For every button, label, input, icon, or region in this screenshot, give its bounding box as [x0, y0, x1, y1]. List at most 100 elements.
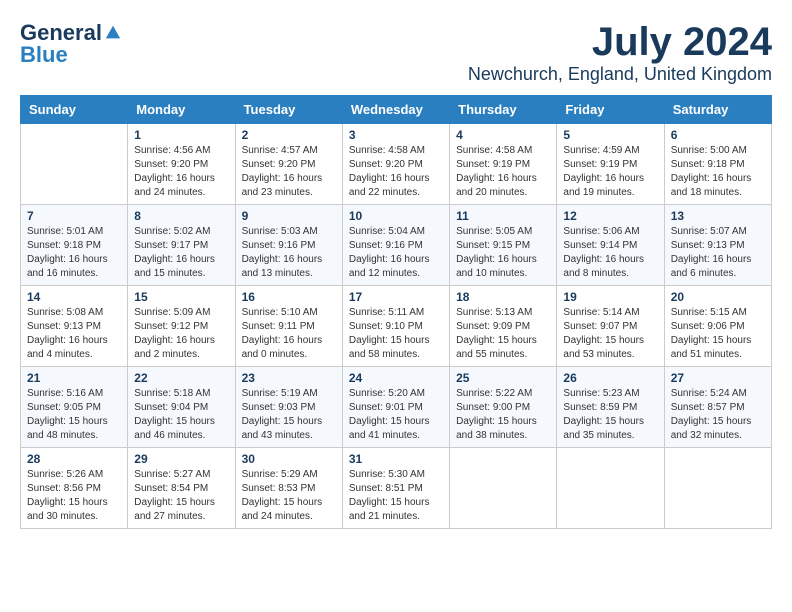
day-number: 24 — [349, 371, 443, 385]
calendar-cell: 11 Sunrise: 5:05 AM Sunset: 9:15 PM Dayl… — [450, 205, 557, 286]
sunrise-text: Sunrise: 5:03 AM — [242, 226, 318, 237]
sunrise-text: Sunrise: 5:02 AM — [134, 226, 210, 237]
sunset-text: Sunset: 9:12 PM — [134, 321, 208, 332]
sunset-text: Sunset: 9:20 PM — [349, 159, 423, 170]
daylight-text: Daylight: 16 hours and 16 minutes. — [27, 254, 108, 279]
sunrise-text: Sunrise: 5:06 AM — [563, 226, 639, 237]
sunrise-text: Sunrise: 5:04 AM — [349, 226, 425, 237]
daylight-text: Daylight: 16 hours and 2 minutes. — [134, 335, 215, 360]
day-info: Sunrise: 5:29 AM Sunset: 8:53 PM Dayligh… — [242, 468, 336, 524]
daylight-text: Daylight: 15 hours and 41 minutes. — [349, 416, 430, 441]
sunrise-text: Sunrise: 5:11 AM — [349, 307, 424, 318]
daylight-text: Daylight: 15 hours and 30 minutes. — [27, 497, 108, 522]
sunset-text: Sunset: 8:53 PM — [242, 483, 316, 494]
page-header: General Blue July 2024 Newchurch, Englan… — [20, 20, 772, 85]
calendar-header-row: SundayMondayTuesdayWednesdayThursdayFrid… — [21, 96, 772, 124]
calendar-week-row: 21 Sunrise: 5:16 AM Sunset: 9:05 PM Dayl… — [21, 367, 772, 448]
daylight-text: Daylight: 15 hours and 55 minutes. — [456, 335, 537, 360]
day-number: 6 — [671, 128, 765, 142]
daylight-text: Daylight: 15 hours and 35 minutes. — [563, 416, 644, 441]
day-info: Sunrise: 5:14 AM Sunset: 9:07 PM Dayligh… — [563, 306, 657, 362]
day-number: 2 — [242, 128, 336, 142]
sunrise-text: Sunrise: 5:10 AM — [242, 307, 318, 318]
sunset-text: Sunset: 9:14 PM — [563, 240, 637, 251]
sunrise-text: Sunrise: 5:00 AM — [671, 145, 747, 156]
calendar-week-row: 28 Sunrise: 5:26 AM Sunset: 8:56 PM Dayl… — [21, 448, 772, 529]
weekday-header: Tuesday — [235, 96, 342, 124]
sunrise-text: Sunrise: 5:20 AM — [349, 388, 425, 399]
day-info: Sunrise: 5:24 AM Sunset: 8:57 PM Dayligh… — [671, 387, 765, 443]
weekday-header: Saturday — [664, 96, 771, 124]
day-info: Sunrise: 4:57 AM Sunset: 9:20 PM Dayligh… — [242, 144, 336, 200]
daylight-text: Daylight: 16 hours and 6 minutes. — [671, 254, 752, 279]
calendar-cell: 9 Sunrise: 5:03 AM Sunset: 9:16 PM Dayli… — [235, 205, 342, 286]
day-number: 17 — [349, 290, 443, 304]
sunrise-text: Sunrise: 4:57 AM — [242, 145, 318, 156]
day-number: 28 — [27, 452, 121, 466]
sunrise-text: Sunrise: 5:26 AM — [27, 469, 103, 480]
day-number: 18 — [456, 290, 550, 304]
daylight-text: Daylight: 16 hours and 24 minutes. — [134, 173, 215, 198]
day-info: Sunrise: 4:59 AM Sunset: 9:19 PM Dayligh… — [563, 144, 657, 200]
day-number: 12 — [563, 209, 657, 223]
daylight-text: Daylight: 16 hours and 22 minutes. — [349, 173, 430, 198]
calendar-cell: 15 Sunrise: 5:09 AM Sunset: 9:12 PM Dayl… — [128, 286, 235, 367]
daylight-text: Daylight: 15 hours and 53 minutes. — [563, 335, 644, 360]
calendar-cell: 14 Sunrise: 5:08 AM Sunset: 9:13 PM Dayl… — [21, 286, 128, 367]
day-number: 1 — [134, 128, 228, 142]
sunset-text: Sunset: 9:09 PM — [456, 321, 530, 332]
day-info: Sunrise: 5:04 AM Sunset: 9:16 PM Dayligh… — [349, 225, 443, 281]
calendar-cell: 28 Sunrise: 5:26 AM Sunset: 8:56 PM Dayl… — [21, 448, 128, 529]
day-info: Sunrise: 5:09 AM Sunset: 9:12 PM Dayligh… — [134, 306, 228, 362]
sunset-text: Sunset: 9:06 PM — [671, 321, 745, 332]
calendar-table: SundayMondayTuesdayWednesdayThursdayFrid… — [20, 95, 772, 529]
sunset-text: Sunset: 9:19 PM — [563, 159, 637, 170]
day-info: Sunrise: 5:18 AM Sunset: 9:04 PM Dayligh… — [134, 387, 228, 443]
calendar-cell: 1 Sunrise: 4:56 AM Sunset: 9:20 PM Dayli… — [128, 124, 235, 205]
daylight-text: Daylight: 15 hours and 38 minutes. — [456, 416, 537, 441]
daylight-text: Daylight: 16 hours and 19 minutes. — [563, 173, 644, 198]
title-area: July 2024 Newchurch, England, United Kin… — [468, 20, 772, 85]
calendar-cell: 26 Sunrise: 5:23 AM Sunset: 8:59 PM Dayl… — [557, 367, 664, 448]
daylight-text: Daylight: 15 hours and 48 minutes. — [27, 416, 108, 441]
day-number: 14 — [27, 290, 121, 304]
calendar-week-row: 1 Sunrise: 4:56 AM Sunset: 9:20 PM Dayli… — [21, 124, 772, 205]
day-info: Sunrise: 5:01 AM Sunset: 9:18 PM Dayligh… — [27, 225, 121, 281]
sunset-text: Sunset: 9:01 PM — [349, 402, 423, 413]
sunset-text: Sunset: 9:16 PM — [242, 240, 316, 251]
calendar-cell: 10 Sunrise: 5:04 AM Sunset: 9:16 PM Dayl… — [342, 205, 449, 286]
day-info: Sunrise: 4:58 AM Sunset: 9:20 PM Dayligh… — [349, 144, 443, 200]
sunset-text: Sunset: 9:13 PM — [27, 321, 101, 332]
sunset-text: Sunset: 9:20 PM — [242, 159, 316, 170]
calendar-cell: 25 Sunrise: 5:22 AM Sunset: 9:00 PM Dayl… — [450, 367, 557, 448]
calendar-cell: 7 Sunrise: 5:01 AM Sunset: 9:18 PM Dayli… — [21, 205, 128, 286]
calendar-cell: 13 Sunrise: 5:07 AM Sunset: 9:13 PM Dayl… — [664, 205, 771, 286]
sunset-text: Sunset: 9:15 PM — [456, 240, 530, 251]
day-info: Sunrise: 5:07 AM Sunset: 9:13 PM Dayligh… — [671, 225, 765, 281]
calendar-cell: 30 Sunrise: 5:29 AM Sunset: 8:53 PM Dayl… — [235, 448, 342, 529]
calendar-cell: 21 Sunrise: 5:16 AM Sunset: 9:05 PM Dayl… — [21, 367, 128, 448]
day-number: 29 — [134, 452, 228, 466]
day-info: Sunrise: 5:22 AM Sunset: 9:00 PM Dayligh… — [456, 387, 550, 443]
daylight-text: Daylight: 16 hours and 18 minutes. — [671, 173, 752, 198]
sunset-text: Sunset: 9:13 PM — [671, 240, 745, 251]
daylight-text: Daylight: 15 hours and 24 minutes. — [242, 497, 323, 522]
day-number: 8 — [134, 209, 228, 223]
calendar-cell: 19 Sunrise: 5:14 AM Sunset: 9:07 PM Dayl… — [557, 286, 664, 367]
daylight-text: Daylight: 15 hours and 27 minutes. — [134, 497, 215, 522]
daylight-text: Daylight: 16 hours and 10 minutes. — [456, 254, 537, 279]
calendar-cell: 3 Sunrise: 4:58 AM Sunset: 9:20 PM Dayli… — [342, 124, 449, 205]
day-info: Sunrise: 4:58 AM Sunset: 9:19 PM Dayligh… — [456, 144, 550, 200]
day-number: 20 — [671, 290, 765, 304]
sunrise-text: Sunrise: 5:13 AM — [456, 307, 532, 318]
day-number: 21 — [27, 371, 121, 385]
day-info: Sunrise: 5:06 AM Sunset: 9:14 PM Dayligh… — [563, 225, 657, 281]
sunrise-text: Sunrise: 5:05 AM — [456, 226, 532, 237]
calendar-cell: 6 Sunrise: 5:00 AM Sunset: 9:18 PM Dayli… — [664, 124, 771, 205]
day-number: 16 — [242, 290, 336, 304]
sunset-text: Sunset: 9:18 PM — [27, 240, 101, 251]
day-number: 25 — [456, 371, 550, 385]
day-info: Sunrise: 5:13 AM Sunset: 9:09 PM Dayligh… — [456, 306, 550, 362]
sunset-text: Sunset: 9:07 PM — [563, 321, 637, 332]
day-info: Sunrise: 5:19 AM Sunset: 9:03 PM Dayligh… — [242, 387, 336, 443]
